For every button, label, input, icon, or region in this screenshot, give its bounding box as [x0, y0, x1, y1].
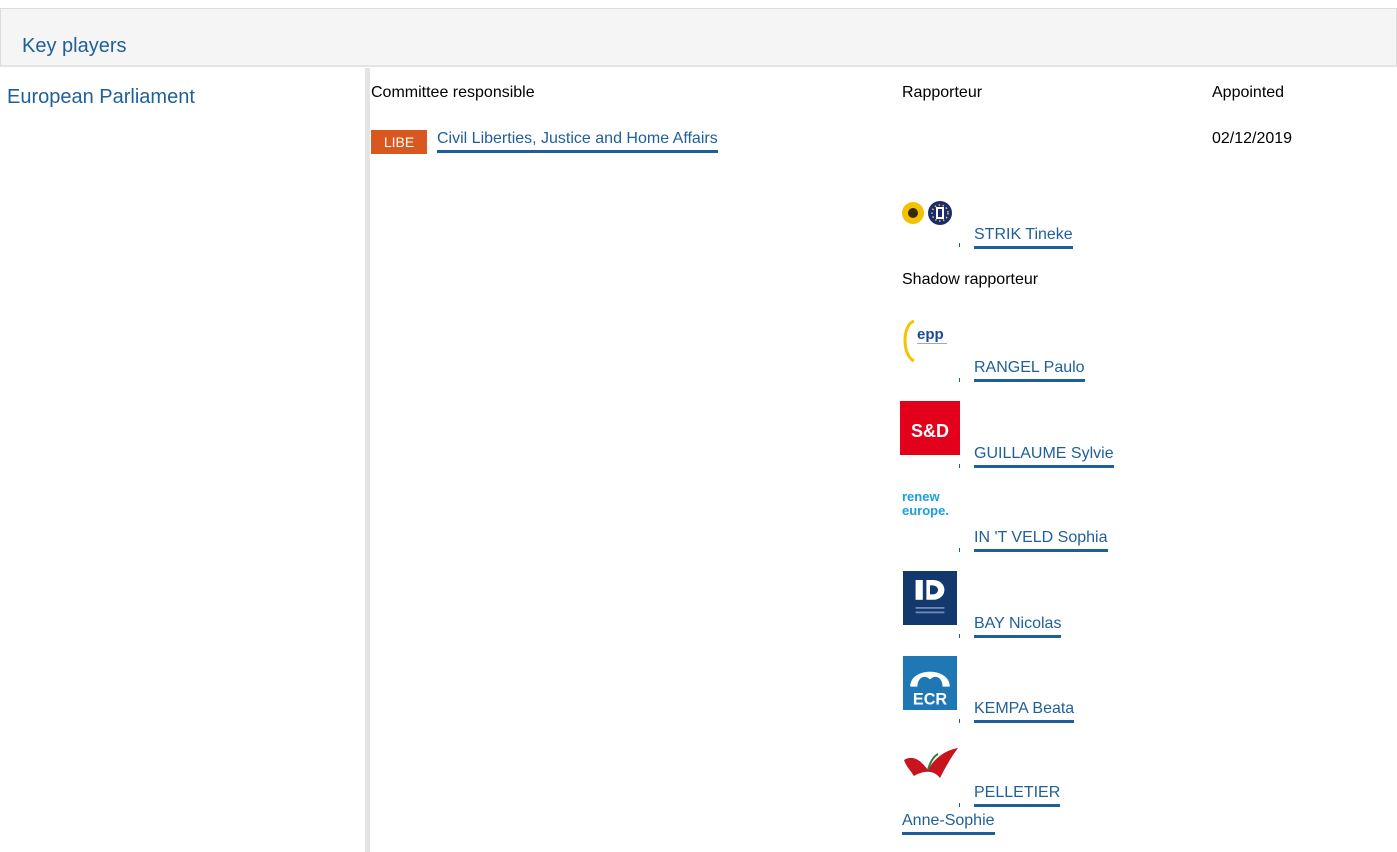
shadow-rapporteur-link-continued[interactable]: Anne-Sophie — [902, 812, 995, 835]
committee-code-badge: LIBE — [371, 130, 427, 154]
shadow-rapporteur-link[interactable]: IN 'T VELD Sophia — [974, 529, 1108, 552]
epp-icon: epp — [903, 319, 947, 363]
rapporteur-link[interactable]: STRIK Tineke — [974, 226, 1073, 249]
rapporteur-entry: STRIK Tineke — [900, 196, 1200, 256]
appointed-date: 02/12/2019 — [1212, 130, 1293, 147]
link-tick — [959, 378, 960, 382]
shadow-rapporteur-entry: PELLETIER Anne-Sophie — [900, 740, 1200, 852]
shadow-rapporteur-link[interactable]: PELLETIER — [974, 784, 1061, 807]
shadow-rapporteur-link[interactable]: BAY Nicolas — [974, 615, 1062, 638]
institution-name[interactable]: European Parliament — [7, 86, 195, 109]
key-players-panel: Key players European Parliament Committe… — [0, 0, 1397, 852]
ecr-logo-text: ECR — [913, 691, 947, 709]
renew-logo-text: renew — [902, 489, 940, 504]
shadow-rapporteur-link[interactable]: RANGEL Paulo — [974, 359, 1085, 382]
section-title: Key players — [22, 35, 127, 57]
link-tick — [959, 243, 960, 247]
shadow-rapporteur-entry: epp RANGEL Paulo — [900, 315, 1200, 385]
shadow-rapporteur-entry: ECR KEMPA Beata — [900, 656, 1200, 726]
shadow-rapporteur-entry: S&D GUILLAUME Sylvie — [900, 401, 1200, 471]
renew-europe-icon: renew europe. — [902, 489, 949, 518]
gue-ngl-icon — [904, 748, 958, 778]
id-icon — [903, 571, 957, 625]
rapporteur-column-header: Rapporteur — [902, 84, 983, 101]
sd-logo-text: S&D — [911, 421, 949, 441]
link-tick — [959, 548, 960, 552]
shadow-rapporteur-link[interactable]: GUILLAUME Sylvie — [974, 445, 1114, 468]
committee-link[interactable]: Civil Liberties, Justice and Home Affair… — [437, 130, 718, 153]
renew-logo-text: europe. — [902, 503, 949, 518]
greens-efa-icon — [902, 201, 952, 225]
link-tick — [959, 803, 960, 807]
institution-column: European Parliament — [0, 68, 370, 852]
shadow-rapporteur-label: Shadow rapporteur — [902, 271, 1039, 288]
link-tick — [959, 634, 960, 638]
shadow-rapporteur-link[interactable]: KEMPA Beata — [974, 700, 1075, 723]
shadow-rapporteur-entry: BAY Nicolas — [900, 571, 1200, 641]
shadow-rapporteur-entry: renew europe. IN 'T VELD Sophia — [900, 485, 1200, 555]
epp-logo-text: epp — [917, 326, 944, 343]
appointed-column-header: Appointed — [1212, 84, 1285, 101]
link-tick — [959, 719, 960, 723]
committee-column-header: Committee responsible — [371, 84, 535, 101]
ecr-icon: ECR — [903, 656, 957, 710]
link-tick — [959, 464, 960, 468]
sd-icon: S&D — [900, 401, 960, 455]
key-players-header: Key players — [0, 9, 1397, 67]
